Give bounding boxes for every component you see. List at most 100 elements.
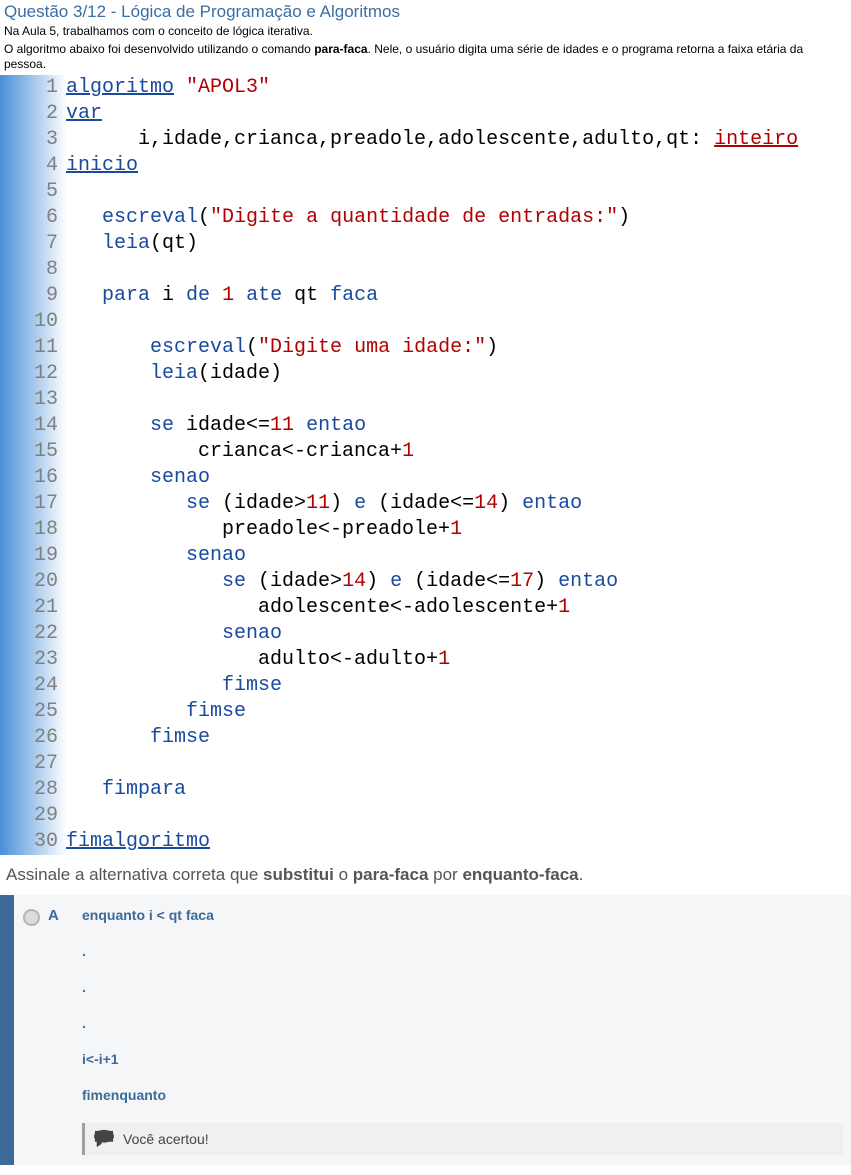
code-line: 17 se (idade>11) e (idade<=14) entao — [0, 491, 851, 517]
line-number: 27 — [0, 751, 66, 777]
code-text: senao — [66, 621, 282, 647]
line-number: 28 — [0, 777, 66, 803]
line-number: 14 — [0, 413, 66, 439]
code-line: 22 senao — [0, 621, 851, 647]
code-text: leia(qt) — [66, 231, 198, 257]
prompt-text: o — [334, 865, 353, 884]
code-line: 10 — [0, 309, 851, 335]
code-line: 20 se (idade>14) e (idade<=17) entao — [0, 569, 851, 595]
code-text: i,idade,crianca,preadole,adolescente,adu… — [66, 127, 798, 153]
code-line: 28 fimpara — [0, 777, 851, 803]
code-text: se (idade>14) e (idade<=17) entao — [66, 569, 618, 595]
line-number: 4 — [0, 153, 66, 179]
code-line: 11 escreval("Digite uma idade:") — [0, 335, 851, 361]
line-number: 15 — [0, 439, 66, 465]
line-number: 5 — [0, 179, 66, 205]
line-number: 10 — [0, 309, 66, 335]
comment-icon — [93, 1129, 115, 1149]
code-line: 15 crianca<-crianca+1 — [0, 439, 851, 465]
line-number: 17 — [0, 491, 66, 517]
code-line: 3 i,idade,crianca,preadole,adolescente,a… — [0, 127, 851, 153]
code-line: 23 adulto<-adulto+1 — [0, 647, 851, 673]
line-number: 2 — [0, 101, 66, 127]
code-text — [66, 309, 78, 335]
radio-icon[interactable] — [23, 909, 40, 926]
code-line: 5 — [0, 179, 851, 205]
code-text: preadole<-preadole+1 — [66, 517, 462, 543]
code-line: 24 fimse — [0, 673, 851, 699]
code-text: var — [66, 101, 102, 127]
code-text: inicio — [66, 153, 138, 179]
code-text: adulto<-adulto+1 — [66, 647, 450, 673]
code-line: 12 leia(idade) — [0, 361, 851, 387]
line-number: 18 — [0, 517, 66, 543]
prompt-text: por — [428, 865, 462, 884]
code-text: fimalgoritmo — [66, 829, 210, 855]
code-line: 30fimalgoritmo — [0, 829, 851, 855]
code-line: 1algoritmo "APOL3" — [0, 75, 851, 101]
desc-bold: para-faca — [314, 42, 367, 56]
code-line: 6 escreval("Digite a quantidade de entra… — [0, 205, 851, 231]
code-text: se (idade>11) e (idade<=14) entao — [66, 491, 582, 517]
line-number: 25 — [0, 699, 66, 725]
line-number: 16 — [0, 465, 66, 491]
code-text: fimse — [66, 725, 210, 751]
line-number: 24 — [0, 673, 66, 699]
prompt-bold: enquanto-faca — [462, 865, 578, 884]
code-line: 18 preadole<-preadole+1 — [0, 517, 851, 543]
code-line: 26 fimse — [0, 725, 851, 751]
code-text: crianca<-crianca+1 — [66, 439, 414, 465]
desc-text: O algoritmo abaixo foi desenvolvido util… — [4, 42, 314, 56]
answer-line: enquanto i < qt faca — [82, 907, 843, 923]
answer-line: . — [82, 979, 843, 995]
question-desc-1: Na Aula 5, trabalhamos com o conceito de… — [0, 24, 851, 42]
code-text: escreval("Digite a quantidade de entrada… — [66, 205, 630, 231]
line-number: 9 — [0, 283, 66, 309]
code-text: fimpara — [66, 777, 186, 803]
answer-line: . — [82, 943, 843, 959]
answer-selected-bar — [0, 895, 14, 1165]
code-text: senao — [66, 543, 246, 569]
line-number: 19 — [0, 543, 66, 569]
answer-line: i<-i+1 — [82, 1051, 843, 1067]
question-prompt: Assinale a alternativa correta que subst… — [0, 855, 851, 895]
code-text: para i de 1 ate qt faca — [66, 283, 378, 309]
code-text: senao — [66, 465, 210, 491]
line-number: 8 — [0, 257, 66, 283]
code-line: 29 — [0, 803, 851, 829]
line-number: 11 — [0, 335, 66, 361]
code-line: 21 adolescente<-adolescente+1 — [0, 595, 851, 621]
code-text: se idade<=11 entao — [66, 413, 366, 439]
line-number: 30 — [0, 829, 66, 855]
code-line: 7 leia(qt) — [0, 231, 851, 257]
code-text — [66, 179, 78, 205]
prompt-text: Assinale a alternativa correta que — [6, 865, 263, 884]
code-line: 14 se idade<=11 entao — [0, 413, 851, 439]
line-number: 7 — [0, 231, 66, 257]
code-line: 25 fimse — [0, 699, 851, 725]
code-text — [66, 257, 78, 283]
prompt-bold: para-faca — [353, 865, 429, 884]
answer-line: fimenquanto — [82, 1087, 843, 1103]
question-desc-2: O algoritmo abaixo foi desenvolvido util… — [0, 42, 851, 75]
code-text: adolescente<-adolescente+1 — [66, 595, 570, 621]
code-line: 13 — [0, 387, 851, 413]
answer-radio-col — [14, 895, 48, 1165]
answer-option-a[interactable]: A enquanto i < qt faca... i<-i+1 fimenquan… — [0, 895, 851, 1165]
line-number: 29 — [0, 803, 66, 829]
prompt-bold: substitui — [263, 865, 334, 884]
question-title: Questão 3/12 - Lógica de Programação e A… — [0, 0, 851, 24]
answer-line: . — [82, 1015, 843, 1031]
line-number: 26 — [0, 725, 66, 751]
line-number: 22 — [0, 621, 66, 647]
code-text: algoritmo "APOL3" — [66, 75, 270, 101]
line-number: 6 — [0, 205, 66, 231]
code-line: 4inicio — [0, 153, 851, 179]
line-number: 1 — [0, 75, 66, 101]
code-text — [66, 803, 78, 829]
code-text — [66, 751, 78, 777]
answer-letter: A — [48, 895, 74, 1165]
code-text: fimse — [66, 699, 246, 725]
line-number: 12 — [0, 361, 66, 387]
code-text: fimse — [66, 673, 282, 699]
